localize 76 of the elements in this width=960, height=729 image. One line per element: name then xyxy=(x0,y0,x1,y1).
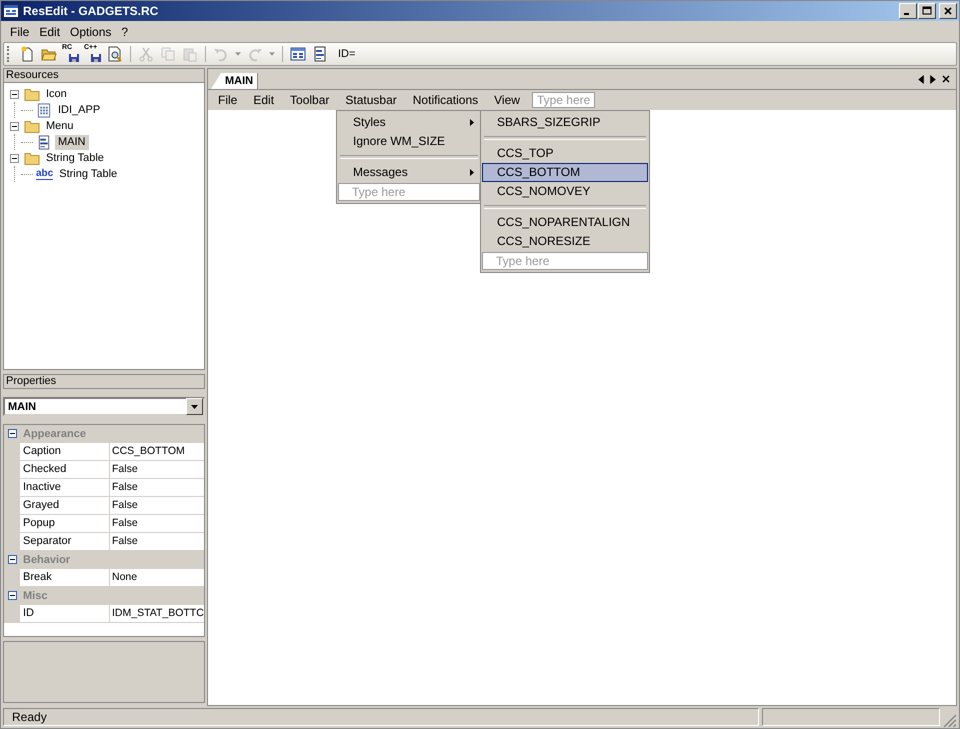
menubar-title[interactable]: File xyxy=(5,22,34,40)
property-value[interactable]: False xyxy=(110,461,204,478)
collapse-icon[interactable] xyxy=(8,591,17,600)
close-icon xyxy=(943,6,953,16)
menu-command[interactable]: Ignore WM_SIZE xyxy=(338,132,480,151)
menu-document-icon xyxy=(36,134,52,150)
property-value[interactable]: CCS_BOTTOM xyxy=(110,443,204,460)
category-label: Misc xyxy=(23,590,48,602)
property-name: Popup xyxy=(20,515,110,532)
property-name: Checked xyxy=(20,461,110,478)
property-name: Break xyxy=(20,569,110,586)
menu-command[interactable]: CCS_NOPARENTALIGN xyxy=(482,213,648,232)
folder-icon xyxy=(24,86,40,102)
menu-command[interactable]: Messages xyxy=(338,163,480,182)
submenu-arrow-icon xyxy=(470,169,474,176)
object-dropdown[interactable]: MAIN xyxy=(3,397,205,416)
menubar-title[interactable]: Notifications xyxy=(404,93,486,107)
folder-icon xyxy=(24,118,40,134)
app-icon xyxy=(3,3,19,19)
window-title: ResEdit - GADGETS.RC xyxy=(23,4,158,18)
menu-command[interactable]: CCS_NORESIZE xyxy=(482,232,648,251)
property-value[interactable]: False xyxy=(110,479,204,496)
property-value[interactable]: IDM_STAT_BOTTC xyxy=(110,605,204,622)
menubar-title[interactable]: ? xyxy=(116,22,134,40)
property-value[interactable]: None xyxy=(110,569,204,586)
caret-icon xyxy=(191,404,198,408)
tree-item[interactable]: Icon xyxy=(43,86,70,102)
maximize-button[interactable] xyxy=(918,3,936,19)
tree-item[interactable]: String Table xyxy=(43,150,107,166)
collapse-icon[interactable] xyxy=(10,154,19,162)
menubar-title[interactable]: Statusbar xyxy=(337,93,405,107)
collapse-icon[interactable] xyxy=(8,555,17,564)
property-name: Caption xyxy=(20,443,110,460)
panel-header: Properties xyxy=(3,374,205,389)
menubar-title[interactable]: Edit xyxy=(34,22,66,40)
property-value[interactable]: False xyxy=(110,497,204,514)
tree-item[interactable]: IDI_APP xyxy=(55,102,104,118)
status-text: Ready xyxy=(3,708,759,726)
category-label: Appearance xyxy=(23,428,86,440)
minimize-icon xyxy=(904,13,909,15)
collapse-icon[interactable] xyxy=(10,90,19,98)
scroll-left-icon[interactable] xyxy=(918,74,924,84)
menu-command[interactable]: SBARS_SIZEGRIP xyxy=(482,113,648,132)
menu-command[interactable]: Styles xyxy=(338,113,480,132)
minimize-button[interactable] xyxy=(899,3,917,19)
tree-item[interactable]: Menu xyxy=(43,118,77,134)
folder-icon xyxy=(24,150,40,166)
scroll-right-icon[interactable] xyxy=(930,74,936,84)
menubar-title[interactable]: Toolbar xyxy=(282,93,338,107)
close-icon[interactable] xyxy=(942,74,950,82)
collapse-icon[interactable] xyxy=(8,429,17,438)
submenu-arrow-icon xyxy=(470,119,474,126)
menu-command[interactable]: CCS_NOMOVEY xyxy=(482,182,648,201)
document-tab[interactable]: MAIN xyxy=(211,73,258,89)
id-label: ID= xyxy=(338,48,356,60)
resize-grip-icon[interactable] xyxy=(943,714,957,728)
menubar-title[interactable]: Edit xyxy=(245,93,282,107)
menubar-title[interactable]: File xyxy=(210,93,246,107)
tree-item[interactable]: MAIN xyxy=(55,134,88,150)
menu-command[interactable]: CCS_BOTTOM xyxy=(482,163,648,182)
property-value[interactable]: False xyxy=(110,515,204,532)
category-label: Behavior xyxy=(23,554,70,566)
panel-header: Resources xyxy=(3,68,205,83)
property-value[interactable]: False xyxy=(110,533,204,550)
menubar-title[interactable]: Options xyxy=(65,22,116,40)
close-button[interactable] xyxy=(939,3,957,19)
grid-document-icon xyxy=(36,102,52,118)
tree-item[interactable]: String Table xyxy=(56,166,120,182)
property-name: Separator xyxy=(20,533,110,550)
property-name: Inactive xyxy=(20,479,110,496)
property-name: Grayed xyxy=(20,497,110,514)
collapse-icon[interactable] xyxy=(10,122,19,130)
property-name: ID xyxy=(20,605,110,622)
menu-command[interactable]: CCS_TOP xyxy=(482,144,648,163)
menubar-title[interactable]: View xyxy=(486,93,528,107)
maximize-icon xyxy=(922,6,932,16)
